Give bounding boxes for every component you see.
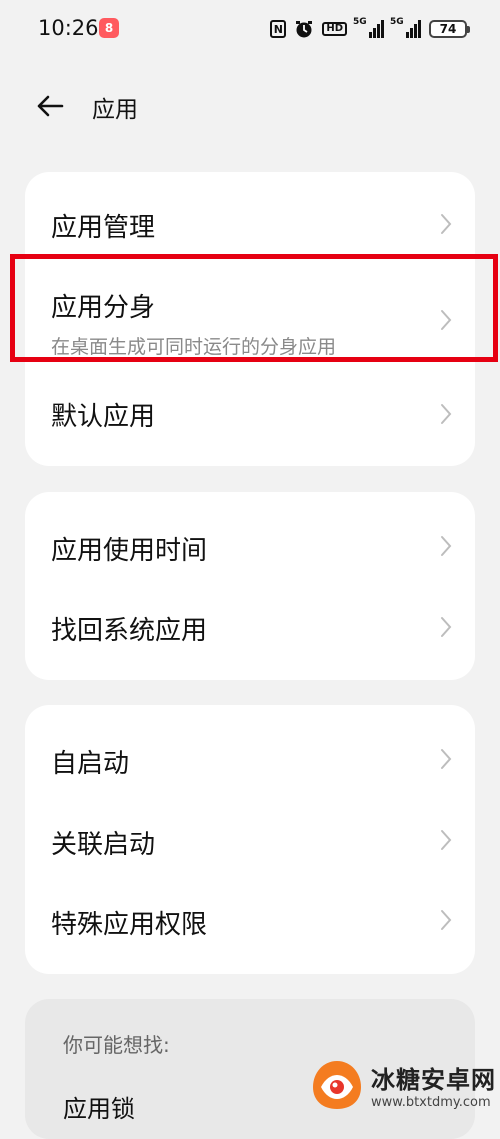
suggestion-item-app-lock[interactable]: 应用锁: [63, 1089, 135, 1124]
status-bar: 10:26 8 N HD 5G 5G 74: [0, 0, 500, 58]
chevron-right-icon: [441, 214, 452, 234]
signal1-label: 5G: [353, 17, 367, 27]
status-icons: N HD 5G 5G 74: [270, 16, 470, 42]
settings-group-1: 应用管理 应用分身 在桌面生成可同时运行的分身应用 默认应用: [25, 172, 475, 466]
back-arrow-icon[interactable]: [34, 90, 66, 122]
signal-icon-2: 5G: [390, 17, 421, 38]
list-item-default-apps[interactable]: 默认应用: [25, 366, 475, 466]
chevron-right-icon: [441, 536, 452, 556]
list-item-label: 应用使用时间: [51, 536, 208, 566]
signal2-label: 5G: [390, 17, 404, 27]
list-item-label: 特殊应用权限: [51, 910, 208, 940]
list-item-label: 应用分身: [51, 293, 156, 323]
list-item-subtitle: 在桌面生成可同时运行的分身应用: [51, 336, 337, 358]
settings-group-2: 应用使用时间 找回系统应用: [25, 492, 475, 680]
list-item-label: 自启动: [51, 749, 130, 779]
battery-icon: 74: [429, 20, 470, 38]
watermark-url: www.btxtdmy.com: [371, 1095, 491, 1110]
watermark-name: 冰糖安卓网: [371, 1066, 496, 1094]
watermark: 冰糖安卓网 www.btxtdmy.com: [309, 1057, 496, 1113]
list-item-special-app-permissions[interactable]: 特殊应用权限: [25, 880, 475, 974]
chevron-right-icon: [441, 749, 452, 769]
settings-group-3: 自启动 关联启动 特殊应用权限: [25, 705, 475, 974]
list-item-app-management[interactable]: 应用管理: [25, 172, 475, 276]
list-item-label: 找回系统应用: [51, 616, 208, 646]
list-item-associated-start[interactable]: 关联启动: [25, 800, 475, 880]
app-notification-icon: 8: [99, 18, 119, 38]
list-item-auto-start[interactable]: 自启动: [25, 705, 475, 800]
chevron-right-icon: [441, 830, 452, 850]
watermark-logo-icon: [313, 1061, 361, 1109]
alarm-icon: [296, 21, 313, 38]
status-time: 10:26: [38, 16, 99, 40]
chevron-right-icon: [441, 910, 452, 930]
battery-level: 74: [429, 20, 467, 38]
chevron-right-icon: [441, 404, 452, 424]
list-item-restore-system-apps[interactable]: 找回系统应用: [25, 588, 475, 680]
page-header: 应用: [0, 70, 500, 140]
chevron-right-icon: [441, 617, 452, 637]
chevron-right-icon: [441, 310, 452, 330]
nfc-icon: N: [270, 20, 287, 38]
suggestions-title: 你可能想找:: [63, 1033, 170, 1057]
signal-icon: 5G: [353, 17, 384, 38]
list-item-app-usage-time[interactable]: 应用使用时间: [25, 492, 475, 588]
list-item-label: 应用管理: [51, 213, 156, 243]
hd-icon: HD: [322, 22, 347, 36]
page-title: 应用: [92, 97, 138, 123]
list-item-label: 默认应用: [51, 402, 156, 432]
list-item-label: 关联启动: [51, 830, 156, 860]
list-item-app-clone[interactable]: 应用分身 在桌面生成可同时运行的分身应用: [25, 276, 475, 366]
